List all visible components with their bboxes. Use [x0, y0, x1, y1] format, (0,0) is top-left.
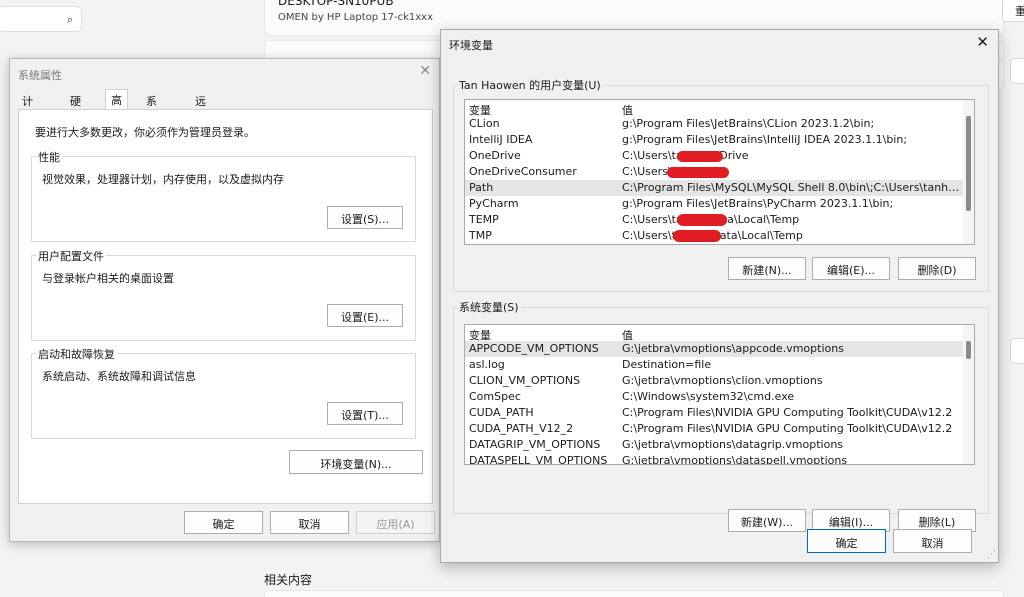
system-variables-group: 系统变量(S) 变量 值 APPCODE_VM_OPTIONS G:\jetbra…: [453, 299, 989, 532]
list-item[interactable]: CLION_VM_OPTIONS G:\jetbra\vmoptions\clio…: [465, 373, 965, 389]
user-variables-label: Tan Haowen 的用户变量(U): [457, 77, 603, 93]
user-profiles-group: 用户配置文件 与登录帐户相关的桌面设置 设置(E)...: [31, 248, 416, 341]
variable-name: ComSpec: [469, 390, 521, 403]
startup-recovery-settings-button[interactable]: 设置(T)...: [327, 402, 403, 425]
user-variables-list[interactable]: 变量 值 CLion g:\Program Files\JetBrains\CLi…: [464, 99, 975, 245]
variable-value: C:\Users\ta AppData\Local\Temp: [622, 213, 800, 226]
system-list-scrollbar[interactable]: [963, 325, 974, 464]
redaction-mark: [677, 151, 723, 162]
redaction-mark: [673, 230, 721, 242]
system-variables-label: 系统变量(S): [457, 299, 521, 315]
variable-name: APPCODE_VM_OPTIONS: [469, 342, 599, 355]
variable-value: C:\Program Files\MySQL\MySQL Shell 8.0\b…: [622, 181, 962, 194]
list-item-selected[interactable]: Path C:\Program Files\MySQL\MySQL Shell 8…: [465, 180, 965, 196]
list-item[interactable]: CUDA_PATH_V12_2 C:\Program Files\NVIDIA G…: [465, 421, 965, 437]
startup-recovery-group: 启动和故障恢复 系统启动、系统故障和调试信息 设置(T)...: [31, 346, 416, 439]
variable-name: IntelliJ IDEA: [469, 133, 533, 146]
variable-name: CUDA_PATH_V12_2: [469, 422, 574, 435]
user-list-scrollbar[interactable]: [963, 100, 974, 244]
variable-name: DATAGRIP_VM_OPTIONS: [469, 438, 601, 451]
performance-label: 性能: [36, 149, 62, 165]
performance-settings-button[interactable]: 设置(S)...: [327, 206, 403, 229]
rename-pc-button[interactable]: 重: [1002, 0, 1024, 22]
user-new-button[interactable]: 新建(N)...: [728, 257, 806, 280]
variable-value: G:\jetbra\vmoptions\dataspell.vmoptions: [622, 454, 848, 465]
cancel-button[interactable]: 取消: [270, 511, 349, 534]
cancel-button[interactable]: 取消: [893, 529, 972, 553]
performance-desc: 视觉效果，处理器计划，内存使用，以及虚拟内存: [42, 173, 284, 186]
list-item[interactable]: ComSpec C:\Windows\system32\cmd.exe: [465, 389, 965, 405]
user-variables-group: Tan Haowen 的用户变量(U) 变量 值 CLion g:\Program…: [453, 77, 989, 292]
device-model: OMEN by HP Laptop 17-ck1xxx: [278, 12, 433, 23]
variable-value: C:\Users\ta n\OneDrive: [622, 149, 749, 162]
list-item[interactable]: CUDA_PATH C:\Program Files\NVIDIA GPU Com…: [465, 405, 965, 421]
startup-recovery-label: 启动和故障恢复: [36, 346, 117, 362]
advanced-tab-panel: 要进行大多数更改，你必须作为管理员登录。 性能 视觉效果，处理器计划，内存使用，…: [18, 109, 433, 504]
variable-value: C:\Program Files\NVIDIA GPU Computing To…: [622, 422, 953, 435]
environment-variables-dialog: 环境变量 ✕ Tan Haowen 的用户变量(U) 变量 值 CLion g:\…: [440, 29, 999, 563]
system-variables-list[interactable]: 变量 值 APPCODE_VM_OPTIONS G:\jetbra\vmoptio…: [464, 324, 975, 465]
ok-button[interactable]: 确定: [807, 529, 886, 553]
dialog-title: 系统属性: [18, 69, 62, 82]
variable-name: asl.log: [469, 358, 505, 371]
user-profiles-label: 用户配置文件: [36, 248, 106, 264]
variable-value: Destination=file: [622, 358, 712, 371]
list-item-selected[interactable]: APPCODE_VM_OPTIONS G:\jetbra\vmoptions\ap…: [465, 341, 965, 357]
system-properties-dialog: 系统属性 ✕ 计算机名 硬件 高级 系统保护 远程 要进行大多数更改，你必须作为…: [9, 58, 440, 542]
user-delete-button[interactable]: 删除(D): [898, 257, 976, 280]
user-profiles-desc: 与登录帐户相关的桌面设置: [42, 272, 174, 285]
admin-note: 要进行大多数更改，你必须作为管理员登录。: [35, 126, 255, 139]
system-new-button[interactable]: 新建(W)...: [728, 509, 806, 532]
settings-row-button[interactable]: [1010, 338, 1024, 364]
variable-name: PyCharm: [469, 197, 519, 210]
search-icon: ⌕: [66, 13, 73, 26]
settings-search-box[interactable]: ⌕: [0, 6, 82, 32]
ok-button[interactable]: 确定: [184, 511, 263, 534]
environment-variables-button[interactable]: 环境变量(N)...: [289, 450, 423, 474]
startup-recovery-desc: 系统启动、系统故障和调试信息: [42, 370, 196, 383]
performance-group: 性能 视觉效果，处理器计划，内存使用，以及虚拟内存 设置(S)...: [31, 149, 416, 242]
list-item[interactable]: DATAGRIP_VM_OPTIONS G:\jetbra\vmoptions\d…: [465, 437, 965, 453]
list-item[interactable]: CLion g:\Program Files\JetBrains\CLion 20…: [465, 116, 965, 132]
variable-name: OneDrive: [469, 149, 521, 162]
variable-value: g:\Program Files\JetBrains\PyCharm 2023.…: [622, 197, 894, 210]
variable-value: C:\Program Files\NVIDIA GPU Computing To…: [622, 406, 953, 419]
variable-value: g:\Program Files\JetBrains\CLion 2023.1.…: [622, 117, 875, 130]
tab-advanced[interactable]: 高级: [105, 89, 128, 123]
variable-value: G:\jetbra\vmoptions\clion.vmoptions: [622, 374, 823, 387]
list-item[interactable]: PyCharm g:\Program Files\JetBrains\PyChar…: [465, 196, 965, 212]
user-profiles-settings-button[interactable]: 设置(E)...: [327, 304, 403, 327]
variable-name: TMP: [469, 229, 492, 242]
variable-name: OneDriveConsumer: [469, 165, 577, 178]
variable-name: TEMP: [469, 213, 499, 226]
close-icon[interactable]: ✕: [976, 33, 989, 51]
settings-row-button[interactable]: [1010, 58, 1024, 84]
list-item[interactable]: DATASPELL_VM_OPTIONS G:\jetbra\vmoptions\…: [465, 453, 965, 465]
related-content-heading: 相关内容: [264, 573, 313, 587]
variable-name: CLION_VM_OPTIONS: [469, 374, 581, 387]
variable-value: C:\Windows\system32\cmd.exe: [622, 390, 795, 403]
device-name: DESKTOP-SN10PUB: [278, 0, 394, 8]
list-item[interactable]: asl.log Destination=file: [465, 357, 965, 373]
variable-name: Path: [469, 181, 494, 194]
list-header: 变量 值: [465, 100, 965, 117]
variable-value: G:\jetbra\vmoptions\datagrip.vmoptions: [622, 438, 844, 451]
redaction-mark: [667, 167, 729, 178]
list-item[interactable]: IntelliJ IDEA g:\Program Files\JetBrains\…: [465, 132, 965, 148]
redaction-mark: [677, 214, 727, 226]
variable-value: G:\jetbra\vmoptions\appcode.vmoptions: [622, 342, 844, 355]
variable-name: DATASPELL_VM_OPTIONS: [469, 454, 608, 465]
variable-name: CLion: [469, 117, 500, 130]
list-header: 变量 值: [465, 325, 965, 342]
resize-grip-icon[interactable]: ⋰: [987, 550, 996, 560]
user-edit-button[interactable]: 编辑(E)...: [812, 257, 890, 280]
variable-name: CUDA_PATH: [469, 406, 534, 419]
close-icon[interactable]: ✕: [419, 63, 431, 79]
dialog-title: 环境变量: [449, 39, 493, 52]
variable-value: g:\Program Files\JetBrains\IntelliJ IDEA…: [622, 133, 908, 146]
apply-button[interactable]: 应用(A): [356, 511, 435, 534]
related-content-card: [264, 590, 1004, 597]
